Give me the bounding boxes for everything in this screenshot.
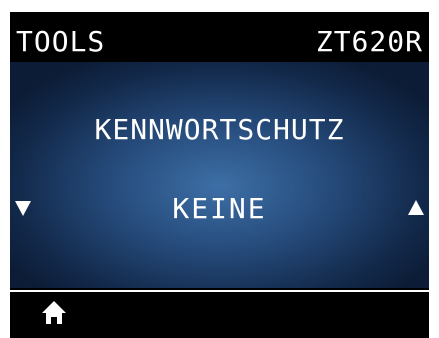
setting-panel: KENNWORTSCHUTZ KEINE [10, 62, 429, 288]
menu-title: TOOLS [16, 25, 106, 58]
triangle-up-icon[interactable] [407, 199, 425, 217]
status-bar: TOOLS ZT620R [10, 12, 429, 58]
setting-value: KEINE [172, 192, 267, 225]
bottom-bar [10, 292, 429, 338]
printer-model: ZT620R [315, 25, 423, 58]
printer-display: TOOLS ZT620R KENNWORTSCHUTZ KEINE [10, 12, 429, 338]
home-icon[interactable] [41, 300, 67, 326]
setting-label: KENNWORTSCHUTZ [94, 113, 345, 146]
